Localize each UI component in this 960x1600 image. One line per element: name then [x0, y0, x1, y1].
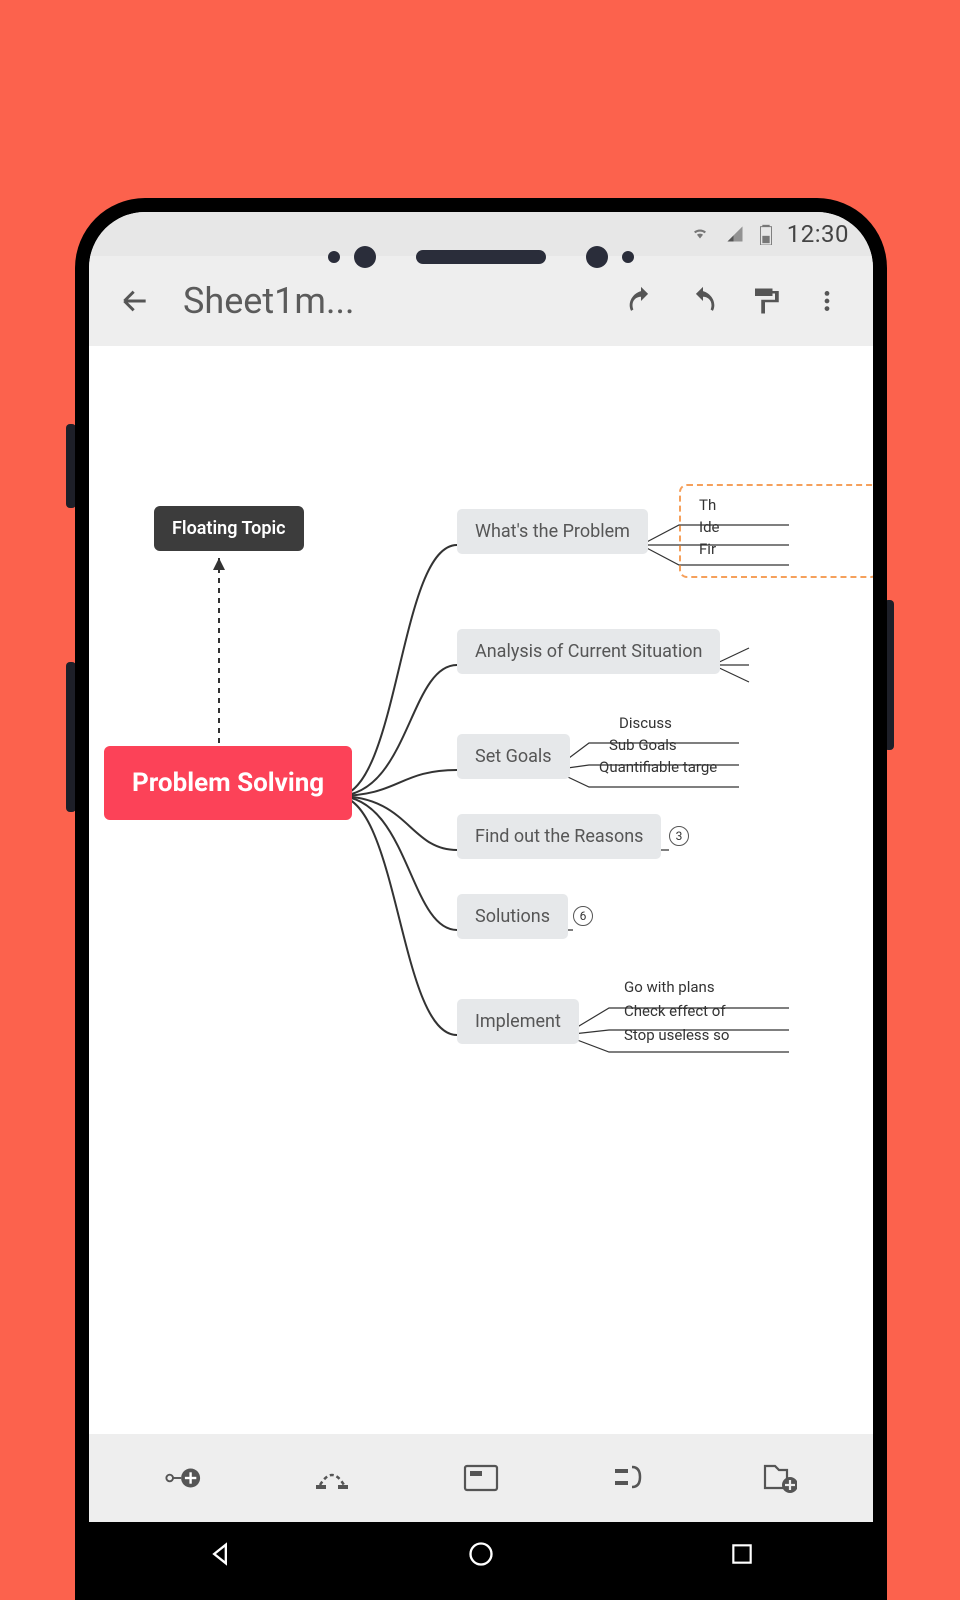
add-subtopic-icon: [164, 1463, 202, 1493]
bottom-toolbar: [89, 1434, 873, 1522]
branch-node[interactable]: Implement: [457, 999, 579, 1044]
nav-home-button[interactable]: [451, 1534, 511, 1574]
collapsed-count-badge[interactable]: 6: [573, 906, 593, 926]
leaf-node[interactable]: Stop useless so: [624, 1026, 729, 1044]
format-button[interactable]: [737, 273, 793, 329]
boundary-icon: [463, 1464, 499, 1492]
app-bar: Sheet1m...: [89, 256, 873, 346]
root-node[interactable]: Problem Solving: [104, 746, 352, 820]
battery-icon: [759, 223, 773, 245]
arrow-left-icon: [119, 285, 151, 317]
redo-button[interactable]: [675, 273, 731, 329]
leaf-node[interactable]: Ide: [699, 518, 720, 536]
collapsed-count-badge[interactable]: 3: [669, 826, 689, 846]
more-button[interactable]: [799, 273, 855, 329]
add-subtopic-button[interactable]: [151, 1446, 215, 1510]
leaf-node[interactable]: Th: [699, 496, 716, 514]
add-summary-button[interactable]: [598, 1446, 662, 1510]
branch-node[interactable]: Set Goals: [457, 734, 570, 779]
mindmap-canvas[interactable]: Floating Topic Problem Solving What's th…: [89, 346, 873, 1434]
back-button[interactable]: [107, 273, 163, 329]
branch-node[interactable]: Analysis of Current Situation: [457, 629, 720, 674]
nav-back-button[interactable]: [190, 1534, 250, 1574]
more-vert-icon: [814, 288, 840, 314]
leaf-node[interactable]: Discuss: [619, 714, 672, 732]
branch-node[interactable]: What's the Problem: [457, 509, 648, 554]
phone-sensors: [328, 246, 634, 268]
status-time: 12:30: [787, 220, 849, 248]
add-boundary-button[interactable]: [449, 1446, 513, 1510]
android-nav-bar: [89, 1522, 873, 1586]
triangle-back-icon: [206, 1540, 234, 1568]
leaf-node[interactable]: Fir: [699, 540, 716, 558]
nav-recent-button[interactable]: [712, 1534, 772, 1574]
phone-frame: 12:30 Sheet1m...: [75, 198, 887, 1600]
relationship-icon: [312, 1463, 352, 1493]
branch-node[interactable]: Solutions: [457, 894, 568, 939]
wifi-icon: [689, 225, 711, 243]
floating-topic-node[interactable]: Floating Topic: [154, 506, 304, 551]
format-paint-icon: [750, 286, 780, 316]
leaf-node[interactable]: Quantifiable targe: [599, 758, 717, 776]
redo-icon: [686, 284, 720, 318]
circle-home-icon: [467, 1540, 495, 1568]
leaf-node[interactable]: Go with plans: [624, 978, 715, 996]
undo-icon: [624, 284, 658, 318]
square-recent-icon: [729, 1541, 755, 1567]
add-sheet-icon: [761, 1462, 797, 1494]
document-title[interactable]: Sheet1m...: [183, 280, 601, 322]
signal-icon: [725, 225, 745, 243]
leaf-node[interactable]: Sub Goals: [609, 736, 677, 754]
add-relationship-button[interactable]: [300, 1446, 364, 1510]
leaf-node[interactable]: Check effect of: [624, 1002, 726, 1020]
undo-button[interactable]: [613, 273, 669, 329]
summary-icon: [612, 1463, 648, 1493]
branch-node[interactable]: Find out the Reasons: [457, 814, 661, 859]
add-sheet-button[interactable]: [747, 1446, 811, 1510]
